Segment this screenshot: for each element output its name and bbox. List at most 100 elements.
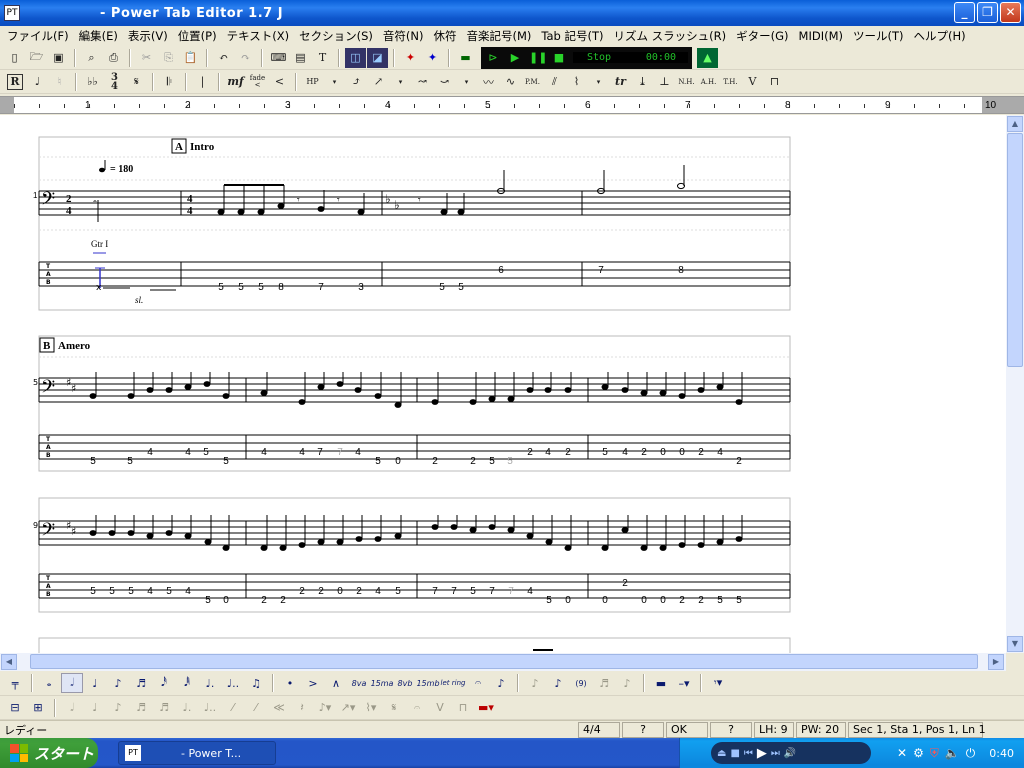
zoom-icon[interactable]: ◫ xyxy=(345,47,366,68)
octave-8va-button[interactable]: 8va xyxy=(348,673,370,693)
rhythm-slide-icon[interactable]: ⁄ xyxy=(245,698,267,718)
stop-icon[interactable]: ■ xyxy=(551,51,567,64)
rhythm-triplet-icon[interactable]: ≪ xyxy=(268,698,290,718)
dropdown-icon[interactable]: ▾ xyxy=(456,72,477,92)
rhythm-dd2-icon[interactable]: ♪▾ xyxy=(314,698,336,718)
rhythm-segno-icon[interactable]: 𝄋 xyxy=(383,698,405,718)
security-icon[interactable]: ⛨ xyxy=(930,746,939,761)
32nd-note-icon[interactable]: 𝅘𝅥𝅰 xyxy=(153,673,175,693)
let-ring-button[interactable]: let ring xyxy=(440,673,466,693)
pause-icon[interactable]: ❚❚ xyxy=(529,51,547,64)
dropdown-icon[interactable]: ▾ xyxy=(588,72,609,92)
pick-stroke-icon[interactable]: ⤓ xyxy=(632,72,653,92)
mp-eject-icon[interactable]: ⏏ xyxy=(717,748,726,759)
menu-item-1[interactable]: 編集(E) xyxy=(74,26,123,46)
rest-icon[interactable]: ♪ xyxy=(524,673,546,693)
vertical-scrollbar[interactable]: ▲ ▼ xyxy=(1006,115,1024,653)
tuplet-icon[interactable]: ♬ xyxy=(593,673,615,693)
metronome-icon[interactable]: ▲ xyxy=(697,47,718,68)
menu-item-10[interactable]: リズム スラッシュ(R) xyxy=(609,26,732,46)
hammer-on-icon[interactable]: HP xyxy=(302,72,323,92)
muted-icon[interactable]: ♪ xyxy=(616,673,638,693)
mp-play-icon[interactable]: ▶ xyxy=(757,746,767,761)
scroll-up-icon[interactable]: ▲ xyxy=(1007,116,1023,132)
guitar-in-icon[interactable]: ✦ xyxy=(400,48,421,68)
trill-icon[interactable]: tr xyxy=(610,72,631,92)
scroll-left-icon[interactable]: ◀ xyxy=(1,654,17,670)
tuning-icon[interactable]: ◪ xyxy=(367,47,388,68)
copy-icon[interactable]: ⎘ xyxy=(158,48,179,68)
multibar-rest-icon[interactable]: ▬ xyxy=(650,673,672,693)
volume-icon[interactable]: 🔈 xyxy=(945,746,960,760)
keyboard-icon[interactable]: ⌨ xyxy=(268,48,289,68)
half-note-icon[interactable]: 𝅗𝅥 xyxy=(61,673,83,693)
menu-item-4[interactable]: テキスト(X) xyxy=(222,26,295,46)
octave-8vb-button[interactable]: 8vb xyxy=(394,673,416,693)
taskbar-app-power-tab[interactable]: PT - Power T... xyxy=(118,741,276,765)
eighth-note-icon[interactable]: ♪ xyxy=(107,673,129,693)
mp-volume-icon[interactable]: 🔊 xyxy=(784,748,796,759)
chord-name-alt-icon[interactable]: ♮ xyxy=(49,72,70,92)
time-signature-button[interactable]: 3 4 xyxy=(104,72,125,92)
dropdown-icon[interactable]: ▾ xyxy=(390,72,411,92)
dynamic-button[interactable]: mf xyxy=(225,72,246,92)
artificial-harmonic-icon[interactable]: A.H. xyxy=(698,72,719,92)
rhythm-quarter-icon[interactable]: ♩ xyxy=(84,698,106,718)
rhythm-whole-icon[interactable]: 𝅗𝅥 xyxy=(61,698,83,718)
rhythm-v-icon[interactable]: V xyxy=(429,698,451,718)
scroll-thumb[interactable] xyxy=(1007,133,1023,367)
accent-icon[interactable]: > xyxy=(302,673,324,693)
menu-item-7[interactable]: 休符 xyxy=(428,26,461,46)
rest-dropdown-icon[interactable]: –▾ xyxy=(673,673,695,693)
app-icon[interactable]: PT xyxy=(4,5,20,21)
horizontal-scrollbar[interactable]: ◀ ▶ xyxy=(0,653,1006,671)
split-stave-icon[interactable]: ⊟ xyxy=(4,698,26,718)
chord-name-icon[interactable]: ♩ xyxy=(27,72,48,92)
rhythm-tie-icon[interactable]: ⁄ xyxy=(222,698,244,718)
redo-icon[interactable]: ↷ xyxy=(235,48,256,68)
minimize-button[interactable]: _ xyxy=(954,2,975,23)
wide-vibrato-icon[interactable]: ∿ xyxy=(500,72,521,92)
menu-item-5[interactable]: セクション(S) xyxy=(294,26,378,46)
print-preview-icon[interactable]: ⌕ xyxy=(81,48,102,68)
staccato-icon[interactable]: • xyxy=(279,673,301,693)
menu-item-13[interactable]: ツール(T) xyxy=(848,26,909,46)
vibrato-icon[interactable]: 〰 xyxy=(478,72,499,92)
eighth-rest-icon[interactable]: 𝄾▾ xyxy=(707,673,729,693)
rhythm-dd4-icon[interactable]: ⌇▾ xyxy=(360,698,382,718)
text-icon[interactable]: T xyxy=(312,48,333,68)
64th-note-icon[interactable]: 𝅘𝅥𝅱 xyxy=(176,673,198,693)
start-button[interactable]: スタート xyxy=(0,738,98,768)
hscroll-thumb[interactable] xyxy=(30,654,978,669)
power-icon[interactable]: ⏻ xyxy=(966,746,976,761)
network-icon[interactable]: ⚙ xyxy=(913,746,924,760)
undo-icon[interactable]: ↶ xyxy=(213,48,234,68)
play-from-start-icon[interactable]: ⊳ xyxy=(485,51,501,64)
paste-icon[interactable]: 📋 xyxy=(180,48,201,68)
chord-icon[interactable]: ▤ xyxy=(290,48,311,68)
join-stave-icon[interactable]: ⊞ xyxy=(27,698,49,718)
maximize-button[interactable]: ❐ xyxy=(977,2,998,23)
menu-item-8[interactable]: 音楽記号(M) xyxy=(461,26,536,46)
rhythm-down-icon[interactable]: ⊓ xyxy=(452,698,474,718)
menu-item-9[interactable]: Tab 記号(T) xyxy=(536,26,608,46)
key-signature-icon[interactable]: ♭♭ xyxy=(82,72,103,92)
marcato-icon[interactable]: ∧ xyxy=(325,673,347,693)
rhythm-fermata-icon[interactable]: 𝄐 xyxy=(406,698,428,718)
palm-mute-icon[interactable]: P.M. xyxy=(522,72,543,92)
menu-item-3[interactable]: 位置(P) xyxy=(173,26,222,46)
upstroke-icon[interactable]: V xyxy=(742,72,763,92)
tremolo-icon[interactable]: ⫽ xyxy=(544,72,565,92)
tapped-harmonic-icon[interactable]: T.H. xyxy=(720,72,741,92)
tap-icon[interactable]: ⊥ xyxy=(654,72,675,92)
rhythm-dotted-icon[interactable]: ♩. xyxy=(176,698,198,718)
open-icon[interactable]: 🗁 xyxy=(26,48,47,68)
menu-item-12[interactable]: MIDI(M) xyxy=(794,26,848,46)
tie-icon[interactable]: ♫ xyxy=(245,673,267,693)
slide-up-icon[interactable]: ⤴ xyxy=(346,72,367,92)
rhythm-32nd-icon[interactable]: ♬ xyxy=(153,698,175,718)
cut-icon[interactable]: ✂ xyxy=(136,48,157,68)
new-icon[interactable]: ▯ xyxy=(4,48,25,68)
bend-icon[interactable]: ↝ xyxy=(412,72,433,92)
insert-position-icon[interactable]: ╤ xyxy=(4,673,26,693)
